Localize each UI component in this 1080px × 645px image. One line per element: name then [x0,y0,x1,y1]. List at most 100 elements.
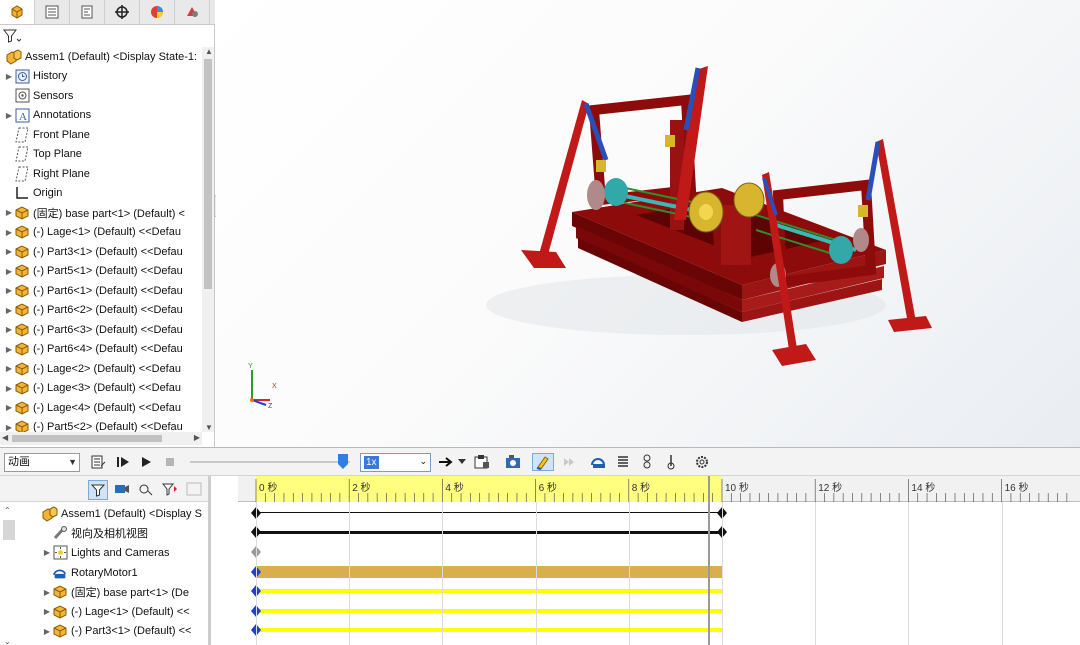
chevron-down-icon[interactable]: ⌄ [4,637,11,645]
feature-tree-item[interactable]: ▶ (-) Part6<3> (Default) <<Defau [0,320,202,340]
appearances-tab[interactable] [175,0,210,24]
scrollbar-thumb[interactable] [3,520,15,540]
scroll-right-icon[interactable]: ▶ [194,433,200,442]
animation-wizard-button[interactable] [502,453,524,471]
dimxpert-manager-tab[interactable] [105,0,140,24]
spring-button[interactable] [614,453,632,471]
expand-arrow-icon[interactable]: ▶ [4,306,14,315]
feature-tree-item[interactable]: Assem1 (Default) <Display State-1: [0,47,202,67]
scrollbar-thumb[interactable] [12,435,162,442]
feature-tree-item[interactable]: Front Plane [0,125,202,145]
filter-animated-button[interactable] [88,480,108,500]
expand-arrow-icon[interactable]: ▶ [4,72,14,81]
filter-selected-button[interactable] [136,480,156,498]
feature-tree-item[interactable]: ▶ (-) Lage<3> (Default) <<Defau [0,379,202,399]
motion-tree-item[interactable]: ▶ (-) Lage<1> (Default) << [0,602,208,622]
expand-arrow-icon[interactable]: ▶ [4,364,14,373]
motion-tree-scrollbar[interactable]: ⌃ ⌄ [0,504,18,645]
expand-arrow-icon[interactable]: ▶ [4,286,14,295]
filter-dropdown[interactable] [3,27,21,45]
feature-tree-item[interactable]: ▶ (-) Lage<2> (Default) <<Defau [0,359,202,379]
autokey-button[interactable] [532,453,554,471]
feature-tree-item[interactable]: Top Plane [0,145,202,165]
expand-arrow-icon[interactable]: ▶ [4,384,14,393]
chevron-down-icon[interactable]: ⌄ [419,456,427,467]
feature-tree-item[interactable]: ▶ (-) Part6<4> (Default) <<Defau [0,340,202,360]
timeline-bar[interactable] [256,565,722,578]
timeline-body[interactable] [238,502,1080,645]
feature-tree-item[interactable]: Sensors [0,86,202,106]
expand-arrow-icon[interactable]: ▶ [42,607,52,616]
feature-tree-item[interactable]: ▶ (-) Part5<1> (Default) <<Defau [0,262,202,282]
timeline-splitter[interactable] [208,476,211,645]
motor-button[interactable] [588,453,610,471]
expand-arrow-icon[interactable]: ▶ [4,111,14,120]
expand-arrow-icon[interactable]: ▶ [42,588,52,597]
feature-tree-item[interactable]: ▶ (-) Lage<1> (Default) <<Defau [0,223,202,243]
feature-tree-item[interactable]: ▶ (-) Part5<2> (Default) <<Defau [0,418,202,432]
motion-study-properties-button[interactable] [692,453,712,471]
add-key-button[interactable] [558,453,578,471]
configuration-manager-tab[interactable] [70,0,105,24]
scroll-down-icon[interactable]: ▼ [205,423,213,432]
motion-tree-item[interactable]: ▶ (固定) base part<1> (De [0,582,208,602]
feature-tree-item[interactable]: ▶ (-) Lage<4> (Default) <<Defau [0,398,202,418]
timeline-bar[interactable] [256,589,722,594]
display-manager-tab[interactable] [140,0,175,24]
motion-tree-item[interactable]: RotaryMotor1 [0,563,208,583]
playback-mode-button[interactable] [436,453,456,471]
feature-tree-vertical-scrollbar[interactable]: ▲ ▼ [202,47,214,432]
timeline-bar[interactable] [256,530,722,534]
feature-tree-item[interactable]: ▶ (-) Part3<1> (Default) <<Defau [0,242,202,262]
feature-tree-item[interactable]: ▶ (-) Part6<2> (Default) <<Defau [0,301,202,321]
feature-tree-horizontal-scrollbar[interactable]: ◀ ▶ [0,432,202,445]
feature-manager-tab[interactable] [0,0,35,24]
stop-button[interactable] [162,453,178,471]
calculate-button[interactable] [88,453,108,471]
expand-arrow-icon[interactable]: ▶ [4,345,14,354]
assembly-model[interactable] [216,0,1080,447]
save-animation-button[interactable] [472,453,492,471]
motion-tree-item[interactable]: ▶ Lights and Cameras [0,543,208,563]
feature-tree-item[interactable]: ▶ History [0,67,202,87]
expand-arrow-icon[interactable]: ▶ [4,208,14,217]
feature-tree-item[interactable]: ▶ (固定) base part<1> (Default) < [0,203,202,223]
filter-driving-button[interactable] [112,480,132,498]
play-from-start-button[interactable] [114,453,132,471]
playback-mode-dropdown[interactable] [457,453,467,471]
scrollbar-thumb[interactable] [204,59,212,289]
expand-arrow-icon[interactable]: ▶ [4,247,14,256]
expand-arrow-icon[interactable]: ▶ [42,627,52,636]
time-bar[interactable] [708,476,710,645]
filter-results-button[interactable] [160,480,180,498]
study-type-select[interactable]: 动画 ▼ [4,453,80,472]
expand-arrow-icon[interactable]: ▶ [4,267,14,276]
feature-tree-item[interactable]: ▶ (-) Part6<1> (Default) <<Defau [0,281,202,301]
expand-arrow-icon[interactable]: ▶ [4,325,14,334]
graphics-area[interactable]: Y X Z [216,0,1080,447]
motion-tree-item[interactable]: Assem1 (Default) <Display S [0,504,208,524]
zoom-timeline-button[interactable] [184,480,204,498]
expand-arrow-icon[interactable]: ▶ [4,423,14,432]
timeline[interactable]: 0 秒 2 秒 4 秒 6 秒 8 秒 10 秒 12 秒 14 秒 16 秒 [238,476,1080,645]
chevron-down-icon[interactable]: ▼ [68,454,77,471]
playback-slider-thumb[interactable] [338,454,348,469]
motion-tree-item[interactable]: ▶ (-) Part3<1> (Default) << [0,622,208,642]
motion-tree-item[interactable]: 视向及相机视图 [0,524,208,544]
timeline-bar[interactable] [256,628,722,633]
timeline-bar[interactable] [256,608,722,613]
expand-arrow-icon[interactable]: ▶ [42,548,52,557]
gravity-button[interactable] [662,453,680,471]
timeline-bar[interactable] [256,512,722,514]
scroll-up-icon[interactable]: ▲ [205,47,213,56]
contact-button[interactable] [638,453,656,471]
playback-speed-select[interactable]: 1x ⌄ [360,453,431,472]
playback-slider-track[interactable] [190,461,350,463]
expand-arrow-icon[interactable]: ▶ [4,228,14,237]
property-manager-tab[interactable] [35,0,70,24]
feature-tree-item[interactable]: ▶ A Annotations [0,106,202,126]
feature-tree-item[interactable]: Right Plane [0,164,202,184]
play-button[interactable] [138,453,154,471]
chevron-up-icon[interactable]: ⌃ [4,506,11,515]
feature-tree-item[interactable]: Origin [0,184,202,204]
